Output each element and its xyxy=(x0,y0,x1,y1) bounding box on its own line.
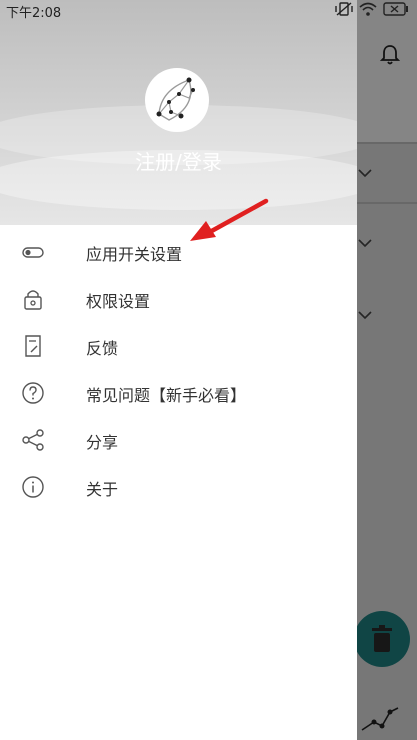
menu-item-label: 关于 xyxy=(86,480,119,499)
drawer-header: 注册/登录 xyxy=(0,0,357,225)
info-circle-icon xyxy=(22,476,44,498)
menu-item-share[interactable]: 分享 xyxy=(0,417,357,464)
drawer-menu: 应用开关设置 权限设置 反馈 常见问题【新手必看】 分享 关于 xyxy=(0,229,357,511)
lock-icon xyxy=(24,290,42,310)
menu-item-label: 分享 xyxy=(86,433,119,452)
question-circle-icon xyxy=(22,382,44,404)
share-icon xyxy=(22,429,44,451)
toggle-icon xyxy=(22,247,44,258)
vibrate-off-icon xyxy=(335,2,353,16)
wifi-icon xyxy=(359,2,377,16)
status-bar: 下午2:08 xyxy=(0,0,417,21)
menu-item-faq[interactable]: 常见问题【新手必看】 xyxy=(0,370,357,417)
status-time: 下午2:08 xyxy=(6,6,62,21)
register-login-link[interactable]: 注册/登录 xyxy=(0,146,357,175)
menu-item-label: 常见问题【新手必看】 xyxy=(86,386,247,405)
edit-note-icon xyxy=(25,335,41,357)
menu-item-app-switch-settings[interactable]: 应用开关设置 xyxy=(0,229,357,276)
menu-item-about[interactable]: 关于 xyxy=(0,464,357,511)
annotation-arrow-icon xyxy=(190,198,269,241)
menu-item-label: 应用开关设置 xyxy=(86,245,183,264)
navigation-drawer: 注册/登录 应用开关设置 权限设置 反馈 常见问题【新手必看】 分享 关于 xyxy=(0,0,357,740)
menu-item-permission-settings[interactable]: 权限设置 xyxy=(0,276,357,323)
battery-icon xyxy=(383,2,408,16)
menu-item-label: 权限设置 xyxy=(86,292,151,311)
leaf-constellation-icon xyxy=(156,77,195,121)
avatar[interactable] xyxy=(145,68,209,132)
menu-item-feedback[interactable]: 反馈 xyxy=(0,323,357,370)
status-icons xyxy=(335,2,409,16)
menu-item-label: 反馈 xyxy=(86,339,119,358)
